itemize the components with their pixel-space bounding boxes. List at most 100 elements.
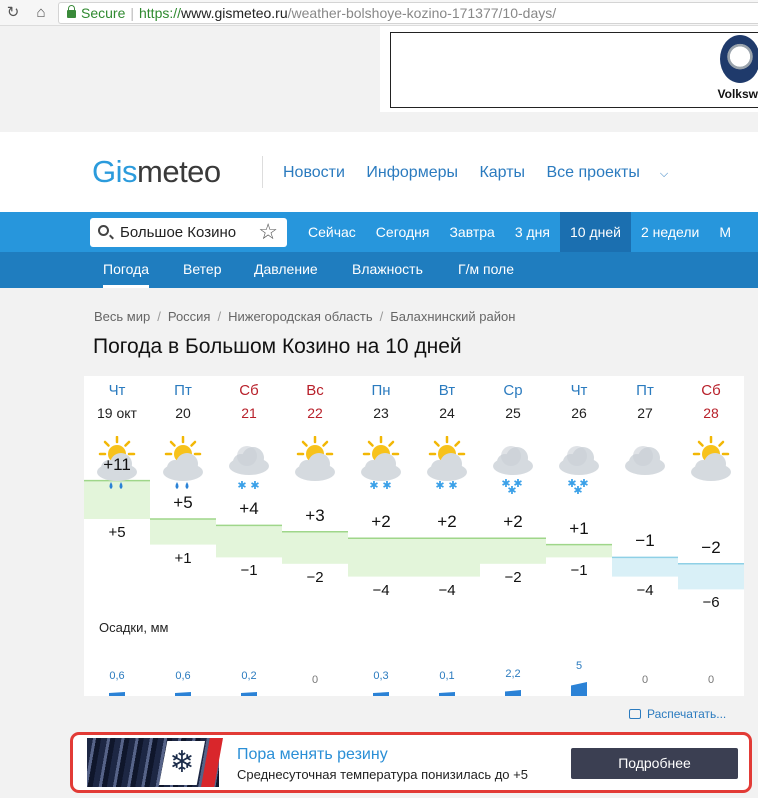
svg-text:✱: ✱ — [573, 485, 582, 496]
logo-part-meteo: meteo — [137, 154, 221, 189]
chevron-down-icon: ⌵ — [659, 168, 669, 180]
tab-10-days[interactable]: 10 дней — [559, 212, 631, 252]
day-column[interactable]: Ср 25 ✱ ✱ ✱ +2 −2 2,2 — [480, 376, 546, 696]
weekday-label: Чт — [570, 382, 588, 399]
temp-max: −1 — [635, 531, 655, 551]
nav-news[interactable]: Новости — [283, 164, 345, 181]
browser-address-bar: ↻ ⌂ Secure | https://www.gismeteo.ru/weath… — [0, 0, 758, 26]
ad-subtitle: Среднесуточная температура понизилась до… — [237, 767, 528, 782]
weekday-label: Сб — [701, 382, 721, 399]
breadcrumb-region[interactable]: Нижегородская область — [228, 309, 373, 324]
day-column[interactable]: Пт 20 +5 +1 0,6 — [150, 376, 216, 696]
ad-more-button[interactable]: Подробнее — [571, 748, 738, 779]
day-column[interactable]: Сб 28 −2 −6 0 — [678, 376, 744, 696]
secure-label: Secure — [81, 5, 126, 21]
print-link-label: Распечатать... — [647, 707, 727, 721]
temp-max: +11 — [103, 454, 131, 474]
reload-icon[interactable]: ↻ — [4, 4, 22, 22]
date-label: 24 — [439, 405, 455, 421]
tab-month[interactable]: М — [709, 212, 741, 252]
tab-pressure[interactable]: Давление — [254, 252, 318, 288]
gismeteo-logo[interactable]: Gismeteo — [92, 154, 221, 190]
precipitation-value: 0,2 — [241, 670, 257, 682]
nav-all-projects[interactable]: Все проекты ⌵ — [546, 164, 685, 181]
date-label: 25 — [505, 405, 521, 421]
day-column[interactable]: Чт 26 ✱ ✱ ✱ +1 −1 5 — [546, 376, 612, 696]
cloud-heavy-snow-icon: ✱ ✱ ✱ — [555, 436, 603, 497]
page-title: Погода в Большом Козино на 10 дней — [93, 335, 462, 358]
svg-text:✱: ✱ — [382, 480, 391, 492]
weekday-label: Вт — [438, 382, 456, 399]
temp-max: +2 — [437, 512, 457, 532]
precipitation-value: 0,1 — [439, 670, 455, 682]
tab-wind[interactable]: Ветер — [183, 252, 222, 288]
weekday-label: Чт — [108, 382, 126, 399]
sun-cloud-rain-icon — [159, 435, 207, 496]
weekday-label: Сб — [239, 382, 259, 399]
lock-icon — [67, 5, 76, 18]
date-label: 21 — [241, 405, 257, 421]
search-icon — [98, 225, 109, 236]
tab-today[interactable]: Сегодня — [366, 212, 440, 252]
url-path: /weather-bolshoye-kozino-171377/10-days/ — [287, 5, 557, 21]
nav-maps[interactable]: Карты — [479, 164, 525, 181]
date-label: 23 — [373, 405, 389, 421]
precipitation-bar — [571, 682, 587, 696]
temp-min: −2 — [306, 568, 324, 586]
print-link[interactable]: Распечатать... — [629, 707, 726, 721]
day-column[interactable]: Сб 21 ✱ ✱ +4 −1 0,2 — [216, 376, 282, 696]
day-column[interactable]: Чт 19 окт +11 +5 0,6 — [84, 376, 150, 696]
precipitation-value: 5 — [575, 660, 583, 672]
star-icon[interactable]: ☆ — [258, 219, 278, 245]
bottom-ad-banner[interactable]: ❄ Пора менять резину Среднесуточная темп… — [70, 732, 752, 793]
svg-text:✱: ✱ — [507, 485, 516, 496]
date-label: 19 окт — [97, 405, 137, 421]
day-column[interactable]: Вс 22 +3 −2 0 — [282, 376, 348, 696]
period-tabs: Сейчас Сегодня Завтра 3 дня 10 дней 2 не… — [298, 212, 741, 252]
top-ad-frame: Volksw — [390, 32, 758, 108]
tab-humidity[interactable]: Влажность — [352, 252, 423, 288]
precipitation-bar — [175, 692, 191, 696]
city-search-input[interactable]: Большое Козино ☆ — [90, 218, 287, 247]
tab-now[interactable]: Сейчас — [298, 212, 366, 252]
sun-cloud-snow-icon: ✱ ✱ — [357, 435, 405, 496]
temp-min: −4 — [438, 581, 456, 599]
day-column[interactable]: Пн 23 ✱ ✱ +2 −4 0,3 — [348, 376, 414, 696]
printer-icon — [629, 709, 641, 719]
temp-min: −4 — [636, 581, 654, 599]
precipitation-bar — [241, 692, 257, 696]
tab-geomagnetic[interactable]: Г/м поле — [458, 252, 514, 288]
precipitation-value: 0,3 — [373, 670, 389, 682]
temp-min: −1 — [240, 562, 258, 580]
top-ad-banner[interactable]: Volksw — [380, 26, 758, 112]
day-column[interactable]: Пт 27 −1 −4 0 — [612, 376, 678, 696]
top-ad-brand: Volksw — [717, 87, 758, 101]
breadcrumb-russia[interactable]: Россия — [168, 309, 211, 324]
url-field[interactable]: Secure | https://www.gismeteo.ru/weather-b… — [58, 2, 758, 24]
day-column[interactable]: Вт 24 ✱ ✱ +2 −4 0,1 — [414, 376, 480, 696]
date-label: 28 — [703, 405, 719, 421]
tab-weather[interactable]: Погода — [103, 252, 150, 288]
svg-text:✱: ✱ — [237, 480, 246, 492]
svg-text:✱: ✱ — [369, 480, 378, 492]
precipitation-value: 0,6 — [109, 670, 125, 682]
weekday-label: Пт — [636, 382, 654, 399]
forecast-card: Осадки, мм Чт 19 окт +11 +5 0,6 Пт 20 +5 +1 0,6 Сб… — [84, 376, 744, 696]
cloud-heavy-snow-icon: ✱ ✱ ✱ — [489, 436, 537, 497]
date-label: 27 — [637, 405, 653, 421]
breadcrumb-world[interactable]: Весь мир — [94, 309, 150, 324]
tab-3-days[interactable]: 3 дня — [505, 212, 560, 252]
site-header: Gismeteo Новости Информеры Карты Все про… — [0, 132, 758, 212]
precipitation-bar — [109, 692, 125, 696]
weekday-label: Пн — [371, 382, 391, 399]
sun-cloud-icon — [291, 435, 339, 496]
precipitation-value: 0 — [707, 674, 715, 686]
home-icon[interactable]: ⌂ — [32, 4, 50, 22]
nav-informers[interactable]: Информеры — [366, 164, 458, 181]
url-scheme: https:// — [139, 5, 182, 21]
tab-2-weeks[interactable]: 2 недели — [631, 212, 709, 252]
logo-part-gis: Gis — [92, 154, 138, 189]
breadcrumb-district[interactable]: Балахнинский район — [390, 309, 515, 324]
tab-tomorrow[interactable]: Завтра — [439, 212, 504, 252]
ad-title[interactable]: Пора менять резину — [237, 746, 388, 764]
